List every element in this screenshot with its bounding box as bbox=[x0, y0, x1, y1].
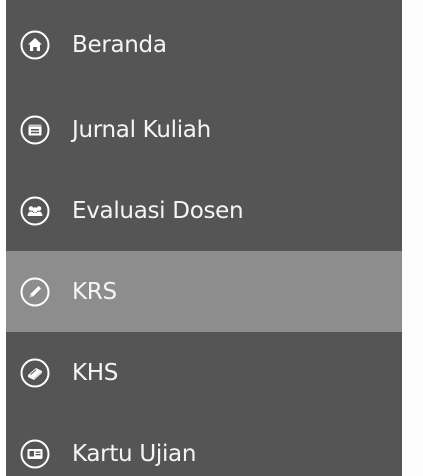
sidebar-item-jurnal-kuliah[interactable]: Jurnal Kuliah bbox=[6, 89, 402, 170]
users-icon bbox=[20, 196, 50, 225]
sidebar-item-khs[interactable]: KHS bbox=[6, 332, 402, 413]
sidebar: Beranda Jurnal Kuliah Evaluasi Dosen KRS… bbox=[6, 0, 402, 476]
sidebar-menu: Beranda Jurnal Kuliah Evaluasi Dosen KRS… bbox=[6, 8, 402, 476]
sidebar-item-label: Evaluasi Dosen bbox=[72, 197, 244, 224]
page: Beranda Jurnal Kuliah Evaluasi Dosen KRS… bbox=[0, 0, 423, 476]
pencil-icon bbox=[20, 277, 50, 306]
sidebar-item-kartu-ujian[interactable]: Kartu Ujian bbox=[6, 413, 402, 476]
book-icon bbox=[20, 358, 50, 387]
id-card-icon bbox=[20, 439, 50, 468]
main-content bbox=[402, 0, 423, 476]
sidebar-item-beranda[interactable]: Beranda bbox=[6, 8, 402, 89]
sidebar-item-label: Kartu Ujian bbox=[72, 440, 197, 467]
sidebar-item-label: KHS bbox=[72, 359, 119, 386]
calendar-icon bbox=[20, 115, 50, 144]
sidebar-item-label: Jurnal Kuliah bbox=[72, 116, 211, 143]
sidebar-item-label: Beranda bbox=[72, 32, 167, 59]
sidebar-item-evaluasi-dosen[interactable]: Evaluasi Dosen bbox=[6, 170, 402, 251]
sidebar-item-label: KRS bbox=[72, 278, 117, 305]
home-icon bbox=[20, 30, 50, 60]
sidebar-item-krs[interactable]: KRS bbox=[6, 251, 402, 332]
